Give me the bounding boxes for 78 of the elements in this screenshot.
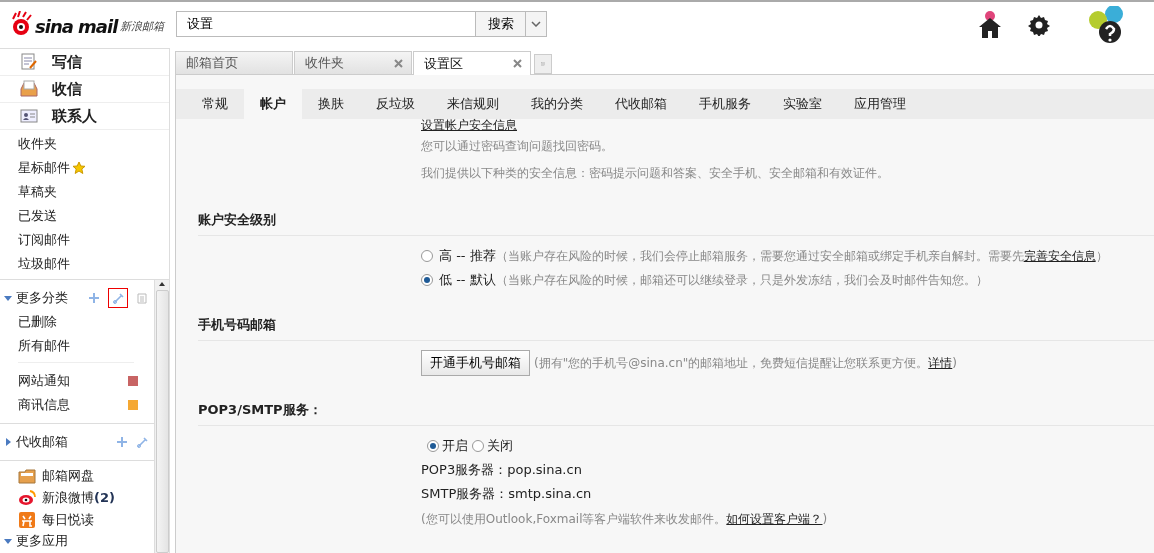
folder-item[interactable]: 草稿夹	[18, 183, 57, 201]
caret-icon	[531, 21, 541, 27]
scrollbar[interactable]	[154, 280, 169, 553]
search-field[interactable]: 设置	[176, 11, 476, 37]
radio-button[interactable]	[421, 250, 433, 262]
settings-tab[interactable]: 帐户	[244, 89, 302, 119]
brand-subtitle: 新浪邮箱	[120, 19, 165, 35]
option-label: 高 -- 推荐	[439, 247, 496, 265]
folder-item[interactable]: 订阅邮件	[18, 231, 70, 249]
hint-text: (您可以使用Outlook,Foxmail等客户端软件来收发邮件。如何设置客户端？)	[421, 510, 828, 528]
folder-item[interactable]: 星标邮件	[18, 159, 70, 177]
home-icon[interactable]	[978, 10, 1002, 40]
read-icon	[18, 511, 36, 529]
server-info: SMTP服务器：smtp.sina.cn	[421, 485, 592, 503]
section-title: 手机号码邮箱	[198, 317, 276, 332]
folder-item[interactable]: 已发送	[18, 207, 57, 225]
weibo-icon	[18, 489, 36, 507]
tab[interactable]: 邮箱首页	[175, 51, 293, 74]
settings-tab[interactable]: 换肤	[302, 89, 360, 119]
edit-icon[interactable]	[136, 436, 148, 448]
radio-button[interactable]	[421, 274, 433, 286]
add-icon[interactable]	[116, 436, 128, 448]
inbox-icon	[20, 80, 38, 98]
settings-icon[interactable]	[1028, 14, 1050, 36]
tab[interactable]: 收件夹	[294, 51, 412, 74]
folder-item[interactable]: 收件夹	[18, 135, 57, 153]
link[interactable]: 如何设置客户端？	[726, 511, 823, 526]
open-mobile-mailbox-button[interactable]: 开通手机号邮箱	[421, 350, 530, 376]
radio-button[interactable]	[427, 440, 439, 452]
link[interactable]: 设置帐户安全信息	[421, 118, 517, 132]
tab[interactable]: 设置区	[413, 51, 531, 75]
eye-logo-icon	[10, 11, 32, 37]
hint-text: （当账户存在风险的时候，邮箱还可以继续登录，只是外发冻结，我们会及时邮件告知您。）	[495, 271, 988, 289]
app-item[interactable]: 邮箱网盘	[42, 467, 94, 485]
settings-tab[interactable]: 实验室	[767, 89, 838, 119]
app-item[interactable]: 新浪微博(2)	[42, 489, 115, 507]
radio-button[interactable]	[472, 440, 484, 452]
hint-text: 我们提供以下种类的安全信息：密码提示问题和答案、安全手机、安全邮箱和有效证件。	[421, 166, 889, 180]
hint-text: 您可以通过密码查询问题找回密码。	[421, 139, 613, 153]
caret-icon[interactable]	[4, 294, 12, 302]
settings-tab[interactable]: 应用管理	[838, 89, 922, 119]
folder-item[interactable]: 网站通知	[18, 372, 128, 390]
scroll-up-icon[interactable]	[158, 280, 166, 288]
settings-tab[interactable]: 来信规则	[431, 89, 515, 119]
hint-text: (拥有"您的手机号@sina.cn"的邮箱地址，免费短信提醒让您联系更方便。详情)	[534, 354, 957, 372]
list-icon[interactable]	[136, 292, 148, 304]
folder-item[interactable]: 商讯信息	[18, 396, 128, 414]
group-title[interactable]: 更多应用	[16, 532, 148, 550]
hint-text: （当账户存在风险的时候，我们会停止邮箱服务，需要您通过安全邮箱或绑定手机亲自解封。需要先完善安全信息）	[495, 247, 1108, 265]
app-item[interactable]: 每日悦读	[42, 511, 94, 529]
group-title[interactable]: 代收邮箱	[16, 433, 116, 451]
search-button[interactable]: 搜索	[476, 11, 526, 37]
brand-name: sina mail	[35, 16, 118, 37]
folder-item[interactable]: 所有邮件	[18, 337, 138, 355]
settings-tab[interactable]: 代收邮箱	[599, 89, 683, 119]
caret-icon[interactable]	[4, 438, 12, 446]
section-title: 账户安全级别	[198, 212, 276, 227]
link[interactable]: 详情	[928, 355, 953, 370]
folder-item[interactable]: 已删除	[18, 313, 138, 331]
group-title[interactable]: 更多分类	[16, 289, 88, 307]
add-icon[interactable]	[88, 292, 100, 304]
option-label: 低 -- 默认	[439, 271, 496, 289]
option-label: 关闭	[487, 437, 513, 455]
settings-tab[interactable]: 反垃圾	[360, 89, 431, 119]
caret-icon[interactable]	[4, 537, 12, 545]
option-label: 开启	[442, 437, 468, 455]
dropdown-button[interactable]	[526, 11, 547, 37]
settings-tab[interactable]: 我的分类	[515, 89, 599, 119]
contacts-icon	[20, 107, 38, 125]
link[interactable]: 完善安全信息	[1023, 248, 1096, 263]
settings-tab[interactable]: 手机服务	[683, 89, 767, 119]
folder-item[interactable]: 垃圾邮件	[18, 255, 70, 273]
compose-icon	[20, 53, 38, 71]
server-info: POP3服务器：pop.sina.cn	[421, 461, 582, 479]
settings-tab[interactable]: 常规	[186, 89, 244, 119]
section-title: POP3/SMTP服务：	[198, 402, 322, 417]
close-icon[interactable]	[394, 58, 403, 68]
close-icon[interactable]	[513, 59, 522, 68]
